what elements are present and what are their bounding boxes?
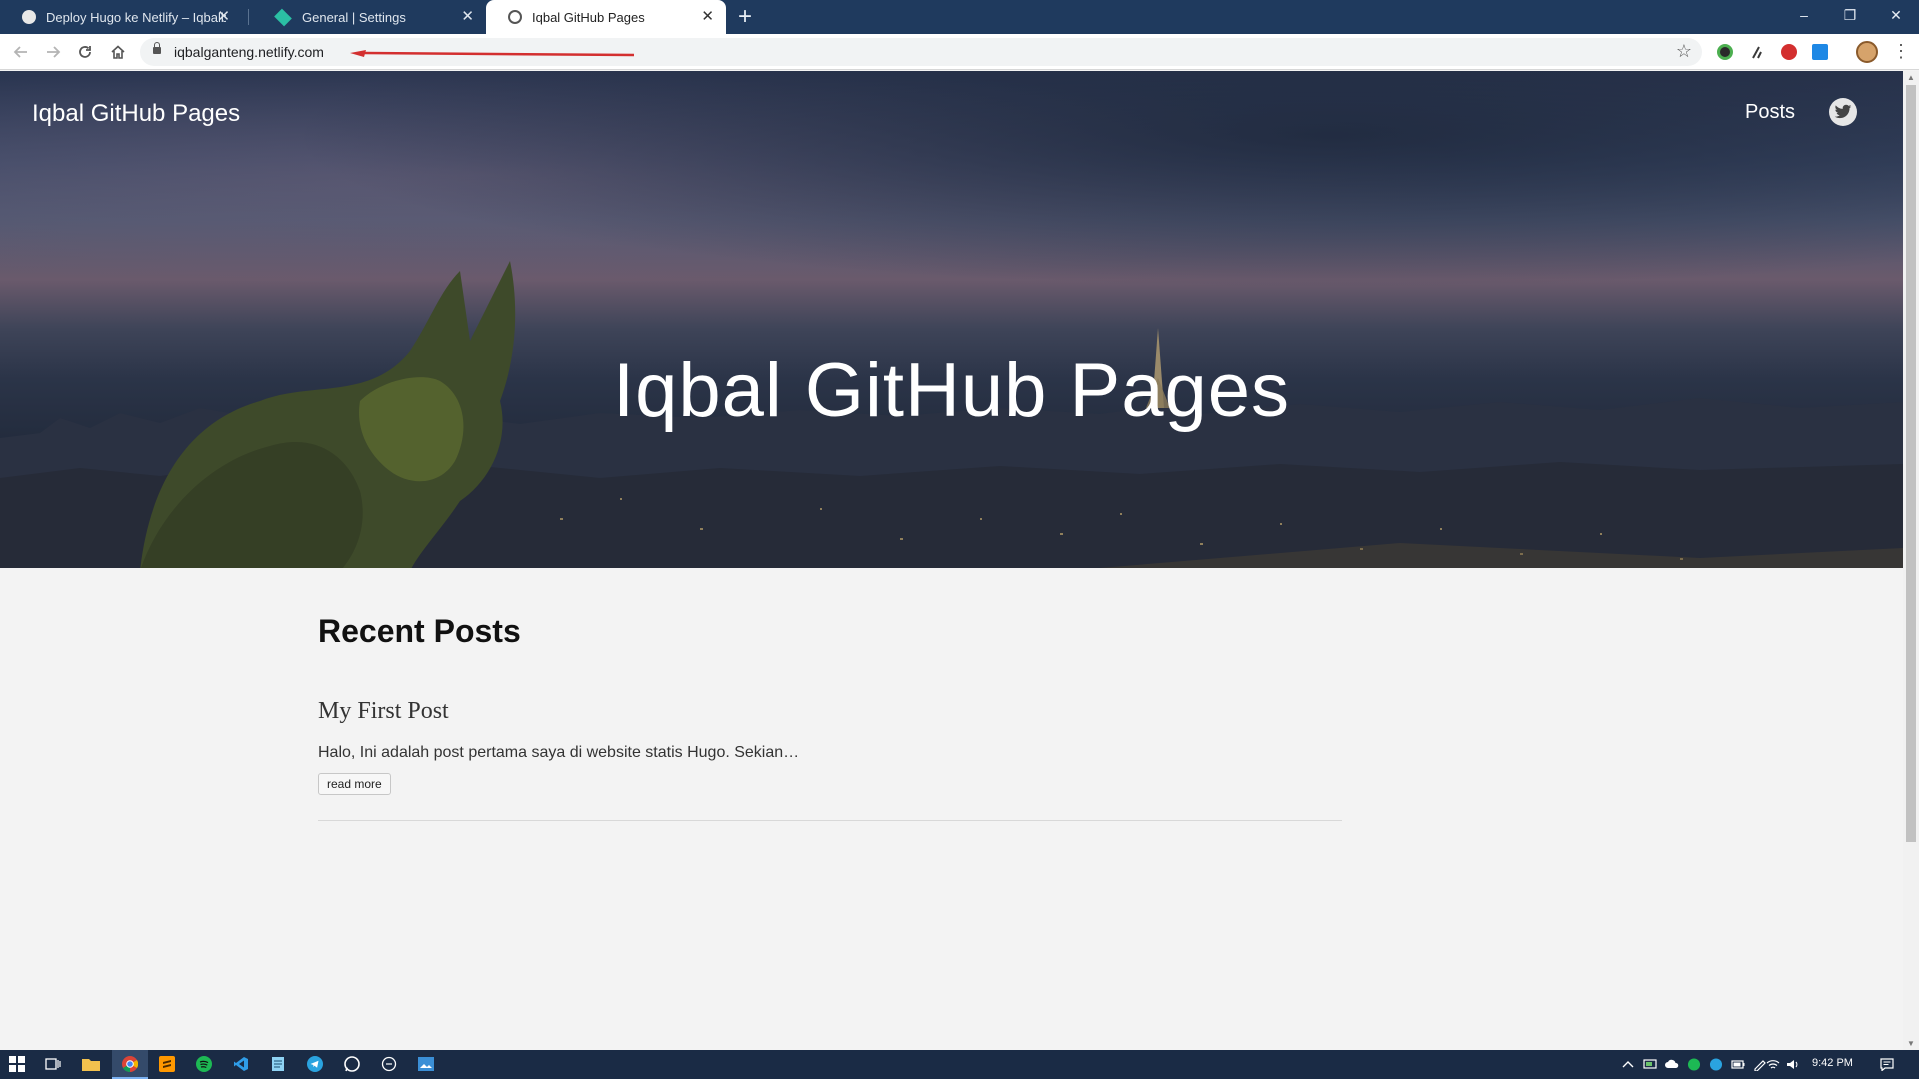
task-view-icon[interactable] [44,1055,62,1073]
restore-button[interactable]: ❐ [1827,0,1873,30]
back-button[interactable] [9,40,33,64]
read-more-button[interactable]: read more [318,773,391,795]
tray-volume-icon[interactable] [1786,1058,1800,1071]
bookmark-star-icon[interactable]: ☆ [1676,41,1692,62]
tab-title: General | Settings [302,9,406,25]
scroll-down-arrow-icon[interactable]: ▼ [1907,1039,1915,1048]
adblock-extension-icon[interactable] [1781,44,1797,60]
photos-icon[interactable] [417,1055,435,1073]
hero-banner: Iqbal GitHub Pages Posts Iqbal GitHub Pa… [0,71,1903,568]
tray-display-icon[interactable] [1643,1058,1657,1071]
file-explorer-icon[interactable] [82,1055,100,1073]
arrow-left-icon [13,46,27,58]
site-brand-link[interactable]: Iqbal GitHub Pages [32,100,240,128]
minimize-button[interactable]: – [1781,0,1827,30]
tab-deploy-hugo[interactable]: Deploy Hugo ke Netlify – Iqbalb ✕ [0,0,242,34]
page-viewport: Iqbal GitHub Pages Posts Iqbal GitHub Pa… [0,71,1903,1050]
lock-icon [153,42,161,54]
extension-icon[interactable] [1717,44,1733,60]
chrome-icon[interactable] [121,1055,139,1073]
twitter-icon [1834,104,1852,119]
sublime-text-icon[interactable] [158,1055,176,1073]
close-tab-icon[interactable]: ✕ [217,9,230,24]
post-divider [318,820,1342,821]
extension-icon[interactable] [1812,44,1828,60]
tab-title: Iqbal GitHub Pages [532,9,645,25]
browser-menu-icon[interactable]: ⋮ [1892,40,1910,62]
hero-title: Iqbal GitHub Pages [612,348,1291,433]
windows-taskbar: 9:42 PM [0,1050,1919,1079]
nav-posts-link[interactable]: Posts [1745,101,1795,124]
browser-toolbar: iqbalganteng.netlify.com ☆ ⋮ [0,34,1919,70]
action-center-icon[interactable] [1880,1058,1894,1071]
whatsapp-icon[interactable] [343,1055,361,1073]
tool-extension-icon [1752,46,1762,59]
windows-start-icon[interactable] [8,1055,26,1073]
tray-wifi-icon[interactable] [1766,1058,1780,1071]
section-title: Recent Posts [318,613,521,649]
reload-icon [79,46,91,58]
tab-title: Deploy Hugo ke Netlify – Iqbalb [46,9,226,25]
tab-general-settings[interactable]: General | Settings ✕ [252,0,486,34]
notepad-icon[interactable] [269,1055,287,1073]
forward-button[interactable] [41,40,65,64]
twitter-button[interactable] [1829,98,1857,126]
tray-spotify-icon[interactable] [1687,1058,1701,1071]
home-button[interactable] [106,40,130,64]
post-title-link[interactable]: My First Post [318,698,449,725]
spotify-icon[interactable] [195,1055,213,1073]
close-tab-icon[interactable]: ✕ [701,9,714,24]
page-scrollbar[interactable]: ▲ ▼ [1903,71,1919,1050]
arrow-right-icon [47,46,61,58]
tray-battery-icon[interactable] [1731,1058,1745,1071]
circle-favicon-icon [22,10,36,24]
url-text[interactable]: iqbalganteng.netlify.com [174,44,324,60]
tray-onedrive-cloud-icon[interactable] [1665,1058,1679,1071]
extension-icon[interactable] [1749,44,1765,60]
tray-pen-icon[interactable] [1753,1058,1767,1071]
home-icon [111,45,125,59]
tab-separator [248,9,249,25]
annotation-arrow-icon [350,50,634,57]
new-tab-button[interactable]: + [738,3,752,31]
reload-button[interactable] [73,40,97,64]
tray-telegram-icon[interactable] [1709,1058,1723,1071]
taskbar-clock[interactable]: 9:42 PM [1812,1057,1853,1069]
vscode-icon[interactable] [232,1055,250,1073]
netlify-diamond-icon [274,8,292,26]
close-window-button[interactable]: ✕ [1873,0,1919,30]
profile-avatar[interactable] [1856,41,1878,63]
tray-chevron-up-icon[interactable] [1621,1058,1635,1071]
scroll-thumb[interactable] [1906,85,1916,842]
recent-posts-section: Recent Posts My First Post Halo, Ini ada… [318,613,1342,821]
scroll-up-arrow-icon[interactable]: ▲ [1907,73,1915,82]
cortana-icon[interactable] [380,1055,398,1073]
post-summary: Halo, Ini adalah post pertama saya di we… [318,744,800,761]
browser-tab-strip: Deploy Hugo ke Netlify – Iqbalb ✕ Genera… [0,0,1919,34]
telegram-icon[interactable] [306,1055,324,1073]
globe-icon [508,10,522,24]
tab-iqbal-github-pages[interactable]: Iqbal GitHub Pages ✕ [486,0,726,34]
close-tab-icon[interactable]: ✕ [461,9,474,24]
